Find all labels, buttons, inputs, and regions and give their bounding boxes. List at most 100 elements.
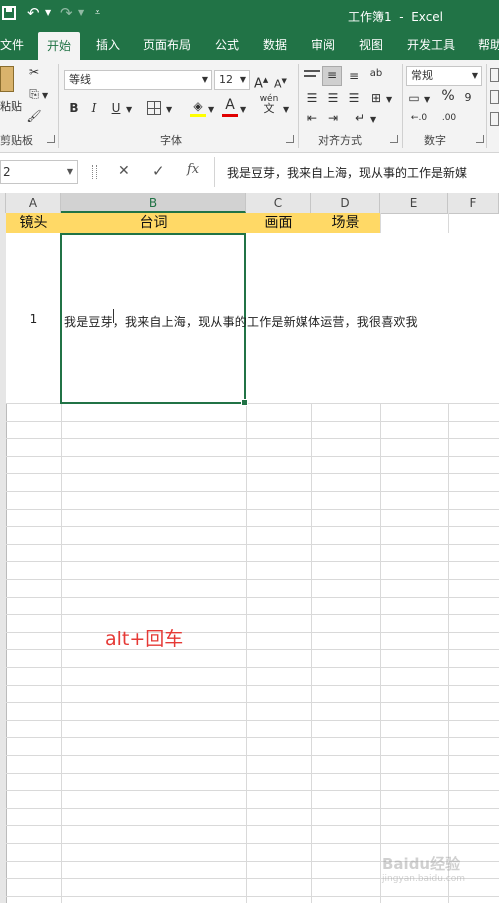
grow-font-glyph: A: [254, 76, 263, 92]
tab-view[interactable]: 视图: [359, 30, 383, 60]
cut-icon[interactable]: ✂: [26, 64, 42, 80]
shrink-font-icon[interactable]: A▼: [274, 73, 287, 93]
tab-developer[interactable]: 开发工具: [407, 30, 455, 60]
shot-number: 1: [29, 312, 38, 326]
decrease-decimal-icon[interactable]: .00: [436, 110, 462, 126]
cancel-button[interactable]: ✕: [118, 163, 130, 179]
tab-home[interactable]: 开始: [38, 32, 81, 60]
watermark: Baidu经验 jingyan.baidu.com: [382, 853, 465, 884]
copy-dropdown-icon[interactable]: ▼: [42, 88, 48, 104]
clipboard-launcher-icon[interactable]: [47, 135, 55, 143]
column-header-b[interactable]: B: [61, 193, 246, 213]
chevron-down-icon[interactable]: ▼: [208, 102, 214, 118]
currency-icon[interactable]: ▭: [406, 90, 422, 106]
fill-color-icon[interactable]: ◈: [190, 98, 206, 117]
undo-icon[interactable]: ↶: [27, 4, 40, 22]
align-center-icon[interactable]: ☰: [325, 90, 341, 106]
customize-quick-access-icon[interactable]: ⩡: [95, 8, 100, 18]
fill-handle[interactable]: [241, 399, 248, 406]
wrap-text-icon[interactable]: ↵: [352, 110, 368, 126]
enter-button[interactable]: ✓: [152, 162, 165, 180]
font-color-icon[interactable]: A: [222, 97, 238, 117]
cell-styles-icon[interactable]: [490, 112, 499, 126]
merge-center-icon[interactable]: ⊞: [368, 90, 384, 106]
chevron-down-icon[interactable]: ▼: [386, 92, 392, 108]
number-format-box[interactable]: 常规 ▼: [406, 66, 482, 86]
tab-insert[interactable]: 插入: [96, 30, 120, 60]
column-header-d[interactable]: D: [311, 193, 380, 213]
cell-d1[interactable]: 场景: [311, 213, 380, 233]
group-separator: [58, 64, 59, 148]
group-separator: [486, 64, 487, 148]
chevron-down-icon[interactable]: ▼: [67, 161, 73, 183]
tab-page-layout[interactable]: 页面布局: [143, 30, 191, 60]
table-format-icon[interactable]: [490, 90, 499, 104]
increase-decimal-icon[interactable]: ←.0: [406, 110, 432, 126]
formula-bar: 2 ▼ ✕ ✓ fx 我是豆芽，我来自上海，现从事的工作是新媒: [0, 153, 499, 194]
tab-help[interactable]: 帮助: [478, 30, 499, 60]
cell-c1[interactable]: 画面: [246, 213, 311, 233]
number-format-value: 常规: [411, 69, 433, 82]
italic-button[interactable]: I: [86, 100, 102, 116]
column-header-f[interactable]: F: [448, 193, 499, 213]
header-lines-label: 台词: [139, 215, 168, 231]
chevron-down-icon[interactable]: ▼: [472, 67, 478, 85]
conditional-format-icon[interactable]: [490, 68, 499, 82]
comma-button[interactable]: 9: [462, 90, 474, 106]
ribbon-tab-bar: 文件 开始 插入 页面布局 公式 数据 审阅 视图 开发工具 帮助: [0, 30, 499, 60]
align-middle-icon[interactable]: ≡: [322, 66, 342, 86]
grow-font-icon[interactable]: A▲: [254, 72, 268, 92]
chevron-down-icon[interactable]: ▼: [202, 71, 208, 89]
column-header-a[interactable]: A: [6, 193, 61, 213]
tab-formulas[interactable]: 公式: [215, 30, 239, 60]
align-right-icon[interactable]: ☰: [346, 90, 362, 106]
alignment-launcher-icon[interactable]: [390, 135, 398, 143]
orientation-icon[interactable]: ab: [368, 66, 384, 82]
save-icon[interactable]: [2, 6, 16, 20]
align-bottom-icon[interactable]: ≡: [346, 68, 362, 84]
number-launcher-icon[interactable]: [476, 135, 484, 143]
chevron-down-icon[interactable]: ▼: [240, 102, 246, 118]
cell-b2-text: 我是豆芽，我来自上海，现从事的工作是新媒体运营，我很喜欢我: [64, 315, 418, 329]
tab-data[interactable]: 数据: [263, 30, 287, 60]
decrease-indent-icon[interactable]: ⇤: [304, 110, 320, 126]
chevron-down-icon[interactable]: ▼: [126, 102, 132, 118]
redo-icon[interactable]: ↷: [60, 4, 73, 22]
borders-icon[interactable]: [147, 101, 161, 115]
name-box[interactable]: 2 ▼: [0, 160, 78, 184]
formula-input[interactable]: 我是豆芽，我来自上海，现从事的工作是新媒: [214, 157, 499, 187]
cell-a2[interactable]: 1: [6, 233, 61, 403]
copy-icon[interactable]: ⎘: [26, 86, 42, 102]
percent-button[interactable]: %: [440, 88, 456, 104]
underline-button[interactable]: U: [108, 100, 124, 116]
align-top-icon[interactable]: [304, 68, 320, 84]
format-painter-icon[interactable]: 🖌: [26, 108, 42, 124]
clipboard-group-label: 剪贴板: [0, 134, 33, 147]
chevron-down-icon[interactable]: ▼: [45, 8, 51, 17]
phonetic-icon[interactable]: wén 文: [258, 94, 280, 114]
chevron-down-icon[interactable]: ▼: [424, 92, 430, 108]
formula-bar-grip[interactable]: [92, 165, 97, 179]
column-header-e[interactable]: E: [380, 193, 448, 213]
tab-file[interactable]: 文件: [0, 30, 24, 60]
chevron-down-icon[interactable]: ▼: [370, 112, 376, 128]
chevron-down-icon: ▼: [78, 8, 85, 17]
column-header-c[interactable]: C: [246, 193, 311, 213]
align-left-icon[interactable]: ☰: [304, 90, 320, 106]
bold-button[interactable]: B: [66, 100, 82, 116]
insert-function-button[interactable]: fx: [187, 162, 199, 177]
chevron-down-icon[interactable]: ▼: [283, 102, 289, 118]
font-launcher-icon[interactable]: [286, 135, 294, 143]
chevron-down-icon[interactable]: ▼: [166, 102, 172, 118]
paste-button-label[interactable]: 粘贴: [0, 98, 22, 114]
tab-review[interactable]: 审阅: [311, 30, 335, 60]
font-size-box[interactable]: 12 ▼: [214, 70, 250, 90]
chevron-down-icon[interactable]: ▼: [240, 71, 246, 89]
text-cursor-icon: [113, 309, 116, 323]
cell-b1[interactable]: 台词: [61, 213, 246, 233]
font-size-value: 12: [219, 73, 233, 86]
paste-icon[interactable]: [0, 66, 14, 92]
cell-a1[interactable]: 镜头: [6, 213, 61, 233]
increase-indent-icon[interactable]: ⇥: [325, 110, 341, 126]
font-name-box[interactable]: 等线 ▼: [64, 70, 212, 90]
